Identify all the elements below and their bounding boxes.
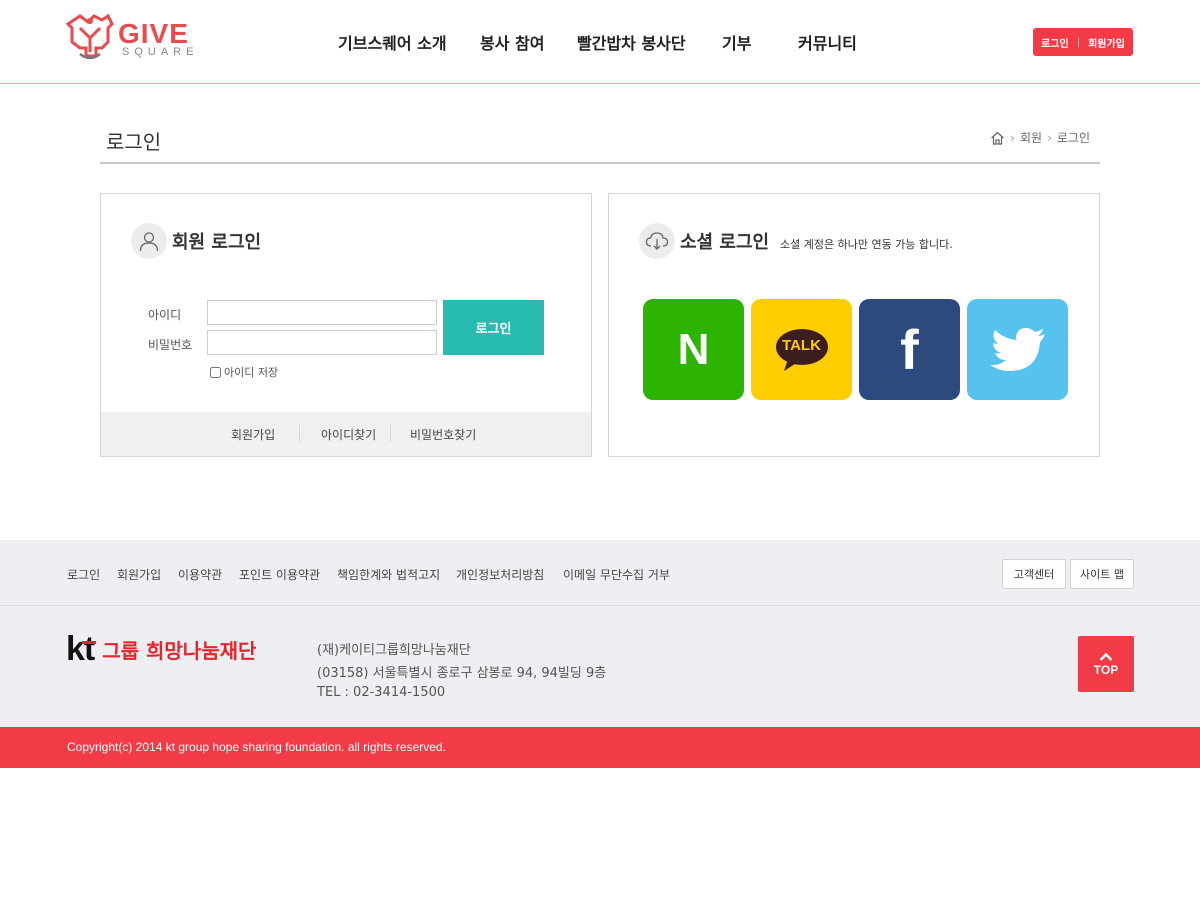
login-help-links: 회원가입 아이디찾기 비밀번호찾기 — [101, 412, 591, 456]
kakao-talk-label: TALK — [782, 337, 821, 354]
kt-logo-mark: kt — [66, 630, 96, 668]
sitemap-button[interactable]: 사이트 맵 — [1070, 559, 1134, 589]
footer-link-email-refusal[interactable]: 이메일 무단수집 거부 — [563, 566, 670, 583]
twitter-bird-icon — [989, 327, 1045, 371]
user-icon — [131, 223, 167, 259]
breadcrumb-item-member[interactable]: 회원 — [1020, 129, 1042, 146]
nav-item-donation[interactable]: 기부 — [722, 30, 751, 54]
find-password-link[interactable]: 비밀번호찾기 — [410, 426, 476, 443]
footer-link-terms[interactable]: 이용약관 — [178, 566, 222, 583]
naver-login-button[interactable]: N — [643, 299, 744, 400]
member-login-panel: 회원 로그인 아이디 비밀번호 로그인 아이디 저장 회원가입 아이디찾기 비밀… — [100, 193, 592, 457]
nav-item-red-truck[interactable]: 빨간밥차 봉사단 — [577, 30, 686, 54]
cloud-download-icon — [639, 223, 675, 259]
header-signup-link[interactable]: 회원가입 — [1088, 35, 1125, 50]
twitter-login-button[interactable] — [967, 299, 1068, 400]
kt-foundation-logo: kt 그룹 희망나눔재단 — [66, 632, 256, 666]
breadcrumb: › 회원 › 로그인 — [990, 129, 1090, 146]
scroll-top-button[interactable]: TOP — [1078, 636, 1134, 692]
facebook-login-button[interactable]: f — [859, 299, 960, 400]
chevron-up-icon — [1099, 652, 1113, 661]
facebook-icon: f — [900, 318, 919, 381]
breadcrumb-item-login: 로그인 — [1056, 131, 1090, 145]
save-id-label: 아이디 저장 — [224, 366, 279, 379]
footer-link-privacy[interactable]: 개인정보처리방침 — [456, 566, 544, 583]
main-nav: 기브스퀘어 소개 봉사 참여 빨간밥차 봉사단 기부 커뮤니티 — [0, 30, 1200, 54]
id-label: 아이디 — [148, 308, 182, 322]
signup-link[interactable]: 회원가입 — [231, 426, 275, 443]
breadcrumb-separator-icon: › — [1047, 130, 1052, 145]
footer-info: kt 그룹 희망나눔재단 (재)케이티그룹희망나눔재단 (03158) 서울특별… — [0, 606, 1200, 727]
login-button[interactable]: 로그인 — [443, 300, 544, 355]
auth-box: 로그인 | 회원가입 — [1033, 28, 1133, 56]
site-header: GIVE SQUARE 기브스퀘어 소개 봉사 참여 빨간밥차 봉사단 기부 커… — [0, 0, 1200, 84]
footer-links-bar: 로그인 회원가입 이용약관 포인트 이용약관 책임한계와 법적고지 개인정보처리… — [0, 540, 1200, 606]
auth-separator: | — [1076, 36, 1081, 48]
title-divider — [100, 162, 1100, 164]
link-divider — [390, 425, 391, 442]
kt-logo-name: 그룹 희망나눔재단 — [102, 638, 257, 663]
password-input[interactable] — [207, 330, 437, 355]
save-id-option[interactable]: 아이디 저장 — [210, 364, 278, 380]
nav-item-volunteer[interactable]: 봉사 참여 — [480, 30, 544, 54]
save-id-checkbox[interactable] — [210, 366, 221, 378]
footer-link-point-terms[interactable]: 포인트 이용약관 — [239, 566, 320, 583]
social-login-panel: 소셜 로그인 소셜 계정은 하나만 연동 가능 합니다. N TALK f — [608, 193, 1100, 457]
nav-item-community[interactable]: 커뮤니티 — [798, 30, 857, 54]
footer-link-legal[interactable]: 책임한계와 법적고지 — [337, 566, 440, 583]
nav-item-about[interactable]: 기브스퀘어 소개 — [338, 30, 447, 54]
foundation-phone: TEL : 02-3414-1500 — [317, 685, 446, 700]
find-id-link[interactable]: 아이디찾기 — [321, 426, 376, 443]
social-login-subtitle: 소셜 계정은 하나만 연동 가능 합니다. — [780, 238, 953, 251]
copyright-text: Copyright(c) 2014 kt group hope sharing … — [67, 740, 446, 754]
password-label: 비밀번호 — [148, 338, 193, 352]
copyright-bar: Copyright(c) 2014 kt group hope sharing … — [0, 727, 1200, 768]
member-login-title: 회원 로그인 — [172, 232, 262, 253]
top-label: TOP — [1093, 662, 1119, 677]
footer-link-login[interactable]: 로그인 — [67, 566, 100, 583]
naver-icon: N — [677, 324, 710, 374]
customer-center-button[interactable]: 고객센터 — [1002, 559, 1066, 589]
breadcrumb-separator-icon: › — [1010, 130, 1015, 145]
foundation-address: (03158) 서울특별시 종로구 삼봉로 94, 94빌딩 9층 — [317, 666, 607, 681]
page-title: 로그인 — [106, 130, 162, 154]
home-icon[interactable] — [990, 131, 1005, 145]
kakao-login-button[interactable]: TALK — [751, 299, 852, 400]
footer-link-signup[interactable]: 회원가입 — [117, 566, 161, 583]
social-login-title: 소셜 로그인 — [680, 232, 770, 253]
id-input[interactable] — [207, 300, 437, 325]
foundation-name: (재)케이티그룹희망나눔재단 — [317, 643, 471, 658]
link-divider — [299, 425, 300, 442]
header-login-link[interactable]: 로그인 — [1041, 35, 1069, 50]
